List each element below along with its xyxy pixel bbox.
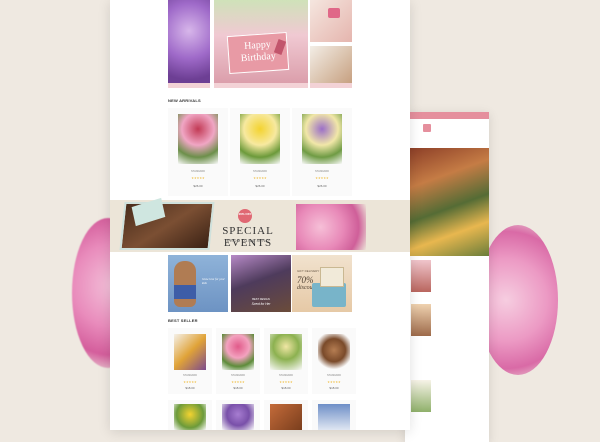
banner-date: FROM 01/26 30/10 [226,238,270,243]
cart-icon[interactable] [423,124,431,132]
banner-title: SPECIAL EVENTS [222,225,274,249]
mobile-hero-image [405,148,489,256]
product-card[interactable]: STANDARD ★★★★★ $18.00 [312,328,356,394]
product-name: STANDARD [252,170,268,173]
mobile-thumbnail[interactable] [411,260,431,292]
product-name: STANDARD [314,170,330,173]
rating-stars: ★★★★★ [315,176,329,180]
bunny-vest [174,285,196,299]
rating-stars: ★★★★★ [231,380,245,384]
discount-badge: 20% OFF [238,209,252,223]
mug-image [318,404,350,430]
product-card[interactable]: STANDARD ★★★★★ $26.00 [168,108,228,196]
promo-for-her-text: Scent for Her [251,302,271,306]
mobile-preview-page [405,112,489,442]
chocolate-box-lid [131,197,166,227]
product-price: $18.00 [233,386,243,390]
product-price: $18.00 [185,386,195,390]
desktop-preview-page: Happy Birthday NEW ARRIVALS STANDARD ★★★… [110,0,410,430]
special-events-banner[interactable]: 20% OFF SPECIAL EVENTS FROM 01/26 30/10 [110,197,410,252]
discount-label: GIFT DELIVERY [297,269,320,273]
promo-for-her-caption: BEST DESIGN Scent for Her [231,298,291,306]
product-card[interactable]: STANDARD ★★★★★ $18.00 [216,328,260,394]
product-card[interactable]: STANDARD ★★★★★ $18.00 [264,328,308,394]
product-name: STANDARD [190,170,206,173]
bouquet-image [222,334,254,370]
discount-value: 70% [297,275,314,285]
lavender-image [222,404,254,430]
product-card[interactable]: STANDARD ★★★★★ $26.00 [230,108,290,196]
hero-caption-bar [214,83,308,88]
chocolate-box-image [270,404,302,430]
best-seller-title: BEST SELLER [168,318,198,323]
new-arrivals-title: NEW ARRIVALS [168,98,201,103]
hero-hydrangea-image[interactable] [168,0,210,88]
promo-kids-text: Glow love for your kids [202,277,225,285]
mobile-thumbnail[interactable] [411,380,431,412]
product-name: STANDARD [230,374,246,377]
promo-for-her[interactable]: BEST DESIGN Scent for Her [231,255,291,312]
bouquet-image [270,334,302,370]
bouquet-image [240,114,280,164]
gift-box-lid [320,267,344,287]
product-card[interactable] [312,400,356,430]
bouquet-image [174,404,206,430]
gift-icon [328,8,340,18]
product-name: STANDARD [278,374,294,377]
product-price: $18.00 [281,386,291,390]
product-price: $26.00 [317,184,327,188]
product-price: $26.00 [193,184,203,188]
bouquet-image [302,114,342,164]
bouquet-image [178,114,218,164]
hero-gift-image[interactable] [310,0,352,42]
product-name: STANDARD [182,374,198,377]
rating-stars: ★★★★★ [327,380,341,384]
rating-stars: ★★★★★ [191,176,205,180]
hero-caption-bar [168,83,210,88]
promo-discount[interactable]: GIFT DELIVERY 70% discount [292,255,352,312]
hero-toys-image[interactable] [310,46,352,88]
hero-birthday-image[interactable]: Happy Birthday [214,0,308,88]
background-peony-right [478,225,558,375]
mobile-thumbnail[interactable] [411,304,431,336]
peony-bouquet-image [296,204,366,250]
mobile-topbar [405,112,489,119]
rating-stars: ★★★★★ [253,176,267,180]
product-card[interactable] [216,400,260,430]
product-card[interactable] [168,400,212,430]
rating-stars: ★★★★★ [279,380,293,384]
gift-basket-image [174,334,206,370]
product-card[interactable] [264,400,308,430]
hero-caption-bar [310,83,352,88]
product-price: $18.00 [329,386,339,390]
promo-kids[interactable]: Glow love for your kids [168,255,228,312]
bunny-toy-image [174,261,196,307]
teddy-bear-image [318,334,350,370]
product-card[interactable]: STANDARD ★★★★★ $26.00 [292,108,352,196]
chocolate-box-image [119,197,215,250]
rating-stars: ★★★★★ [183,380,197,384]
product-price: $26.00 [255,184,265,188]
product-name: STANDARD [326,374,342,377]
product-card[interactable]: STANDARD ★★★★★ $18.00 [168,328,212,394]
